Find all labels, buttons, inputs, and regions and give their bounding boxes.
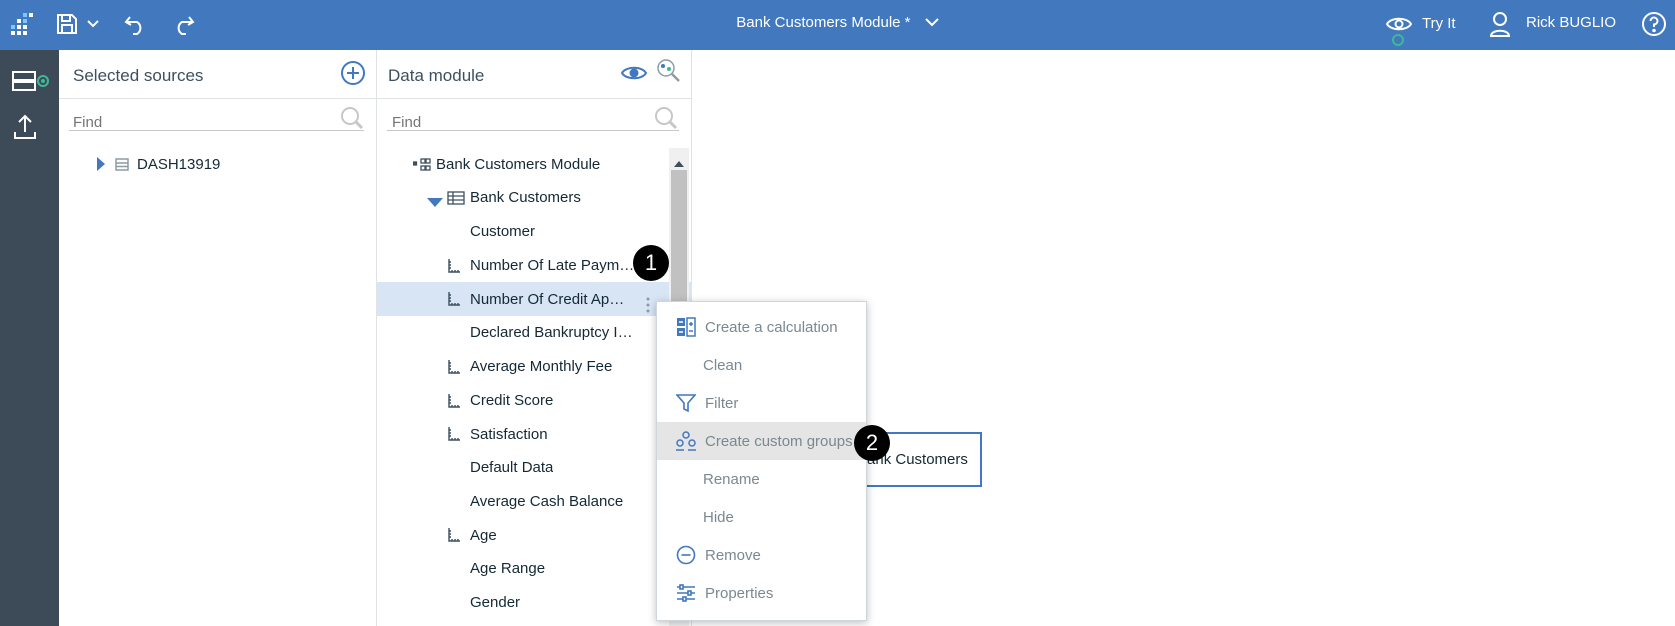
measure-icon (447, 291, 461, 311)
column-label: Customer (470, 223, 536, 241)
sources-find-input[interactable] (73, 114, 293, 131)
menu-item-create-calculation[interactable]: Create a calculation (657, 308, 866, 346)
column-item[interactable]: Satisfaction (377, 417, 691, 451)
measure-icon (447, 359, 461, 379)
properties-icon (675, 582, 697, 604)
step-1-badge: 1 (633, 245, 669, 281)
menu-item-label: Remove (705, 546, 761, 564)
column-label: Average Monthly Fee (470, 358, 613, 376)
filter-icon (675, 392, 697, 414)
module-find-input[interactable] (392, 114, 612, 131)
column-label: Declared Bankruptcy I… (470, 324, 633, 342)
column-label: Gender (470, 594, 521, 612)
column-item[interactable]: Age Range (377, 552, 691, 586)
menu-item-label: Filter (705, 394, 739, 412)
menu-item-properties[interactable]: Properties (657, 574, 866, 612)
table-icon (447, 191, 465, 209)
save-icon[interactable] (54, 11, 80, 37)
module-header: Data module (377, 50, 691, 99)
measure-icon (447, 258, 461, 278)
undo-icon[interactable] (121, 11, 149, 37)
help-icon[interactable] (1640, 10, 1668, 38)
user-name[interactable]: Rick BUGLIO (1526, 14, 1616, 31)
calculation-icon (675, 316, 697, 338)
try-it-button[interactable]: Try It (1422, 15, 1456, 32)
menu-item-create-custom-groups[interactable]: Create custom groups (657, 422, 866, 460)
expand-triangle-icon[interactable] (96, 157, 106, 175)
column-item[interactable]: Gender (377, 586, 691, 620)
column-item[interactable]: Average Monthly Fee (377, 350, 691, 384)
custom-groups-icon (675, 430, 697, 452)
column-item[interactable]: Declared Bankruptcy I… (377, 316, 691, 350)
remove-icon (675, 544, 697, 566)
sources-title: Selected sources (73, 66, 204, 85)
column-label: Number Of Credit Ap… (470, 290, 625, 308)
column-item[interactable]: Default Data (377, 451, 691, 485)
database-icon (115, 158, 129, 175)
try-it-eye-icon[interactable] (1385, 12, 1413, 36)
left-navigation (0, 50, 59, 626)
column-item[interactable]: Average Cash Balance (377, 485, 691, 519)
step-2-badge: 2 (854, 425, 890, 461)
measure-icon (447, 527, 461, 547)
column-item[interactable]: Customer (377, 215, 691, 249)
app-logo-icon[interactable] (8, 12, 34, 36)
source-label: DASH13919 (137, 156, 221, 173)
collapse-triangle-icon[interactable] (427, 194, 443, 211)
title-chevron-down-icon[interactable] (924, 0, 939, 46)
measure-icon (447, 393, 461, 413)
sources-header: Selected sources (59, 50, 376, 99)
column-label: Age Range (470, 560, 546, 578)
try-it-status-dot (1392, 34, 1404, 46)
top-bar: Bank Customers Module * Try It Rick BUGL… (0, 0, 1675, 50)
column-item[interactable]: Credit Score (377, 384, 691, 418)
module-search-icon[interactable] (654, 106, 678, 130)
measure-icon (447, 426, 461, 446)
selected-sources-panel: Selected sources DASH13919 (59, 50, 377, 626)
menu-item-label: Rename (703, 470, 760, 488)
module-root-item[interactable]: Bank Customers Module (377, 148, 691, 181)
menu-item-clean[interactable]: Clean (657, 346, 866, 384)
data-module-panel: Data module Find Bank Customers Module B… (377, 50, 692, 626)
column-label: Satisfaction (470, 425, 548, 443)
module-panel-title: Data module (388, 66, 485, 85)
user-icon[interactable] (1488, 10, 1512, 38)
menu-item-hide[interactable]: Hide (657, 498, 866, 536)
item-more-options-icon[interactable] (646, 297, 654, 315)
menu-item-filter[interactable]: Filter (657, 384, 866, 422)
menu-item-rename[interactable]: Rename (657, 460, 866, 498)
menu-item-label: Properties (705, 584, 774, 602)
column-item[interactable]: Number Of Credit Ap… (377, 282, 691, 317)
relationships-search-icon[interactable] (656, 58, 682, 84)
menu-item-label: Hide (703, 508, 734, 526)
sources-search-icon[interactable] (340, 106, 364, 130)
menu-item-remove[interactable]: Remove (657, 536, 866, 574)
table-item[interactable]: Bank Customers (377, 181, 691, 214)
sources-find-underline (69, 130, 364, 131)
module-icon (412, 158, 431, 176)
module-title[interactable]: Bank Customers Module * (736, 14, 910, 31)
column-item[interactable]: Age (377, 518, 691, 552)
data-sources-nav-icon[interactable] (12, 70, 52, 94)
column-label: Number Of Late Paym… (470, 257, 635, 275)
module-root-label: Bank Customers Module (436, 156, 601, 173)
context-menu: Create a calculation Clean Filter Create… (656, 301, 867, 621)
source-item[interactable]: DASH13919 (59, 148, 376, 181)
column-label: Average Cash Balance (470, 492, 624, 510)
save-dropdown-chevron-icon[interactable] (85, 16, 101, 32)
redo-icon[interactable] (170, 11, 198, 37)
menu-item-label: Create custom groups (705, 432, 853, 450)
module-find-underline (387, 130, 679, 131)
table-label: Bank Customers (470, 189, 581, 206)
column-label: Default Data (470, 459, 554, 477)
column-label: Credit Score (470, 391, 554, 409)
add-source-icon[interactable] (340, 60, 366, 86)
view-eye-icon[interactable] (620, 64, 648, 84)
upload-nav-icon[interactable] (13, 114, 39, 142)
menu-item-label: Create a calculation (705, 318, 838, 336)
menu-item-label: Clean (703, 356, 743, 374)
column-label: Age (470, 526, 497, 544)
scrollbar-thumb[interactable] (671, 170, 687, 310)
